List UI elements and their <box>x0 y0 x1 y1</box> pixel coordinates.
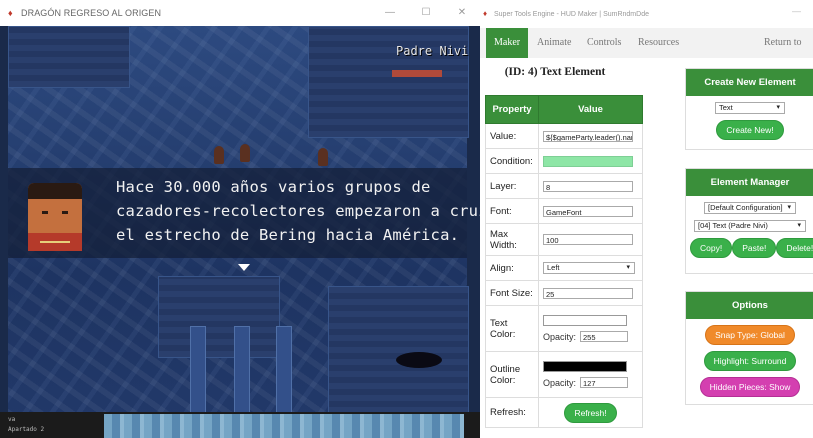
floor-hole <box>396 352 442 368</box>
font-size-label: Font Size: <box>485 280 539 306</box>
align-label: Align: <box>485 255 539 281</box>
chevron-down-icon: ▾ <box>626 264 630 271</box>
delete-button[interactable]: Delete! <box>776 238 813 258</box>
outline-opacity-label: Opacity: <box>543 377 577 388</box>
text-color-label: Text Color: <box>485 305 539 352</box>
paste-button[interactable]: Paste! <box>732 238 777 258</box>
value-input[interactable]: ${$gameParty.leader().nam <box>543 130 633 142</box>
outline-color-label: Outline Color: <box>485 351 539 398</box>
text-color-swatch[interactable] <box>543 315 627 326</box>
message-line-1: Hace 30.000 años varios grupos de <box>116 178 431 196</box>
strip-text-1: va <box>8 416 16 423</box>
element-manager-panel: Element Manager [Default Configuration] ▾… <box>685 168 813 274</box>
layer-label: Layer: <box>485 173 539 199</box>
tab-resources[interactable]: Resources <box>638 28 679 58</box>
text-opacity-label: Opacity: <box>543 331 577 342</box>
refresh-button[interactable]: Refresh! <box>564 402 617 423</box>
create-new-button[interactable]: Create New! <box>716 120 784 140</box>
hidden-pieces-button[interactable]: Hidden Pieces: Show <box>699 377 801 397</box>
max-width-label: Max Width: <box>485 223 539 256</box>
game-window-title: DRAGÓN REGRESO AL ORIGEN <box>21 8 162 18</box>
manager-panel-title: Element Manager <box>686 169 813 196</box>
element-select[interactable]: [04] Text (Padre Nivi) ▾ <box>694 220 806 232</box>
condition-input[interactable] <box>543 155 633 167</box>
property-table: Property Value Value: ${$gameParty.leade… <box>485 95 643 428</box>
condition-label: Condition: <box>485 148 539 174</box>
font-input[interactable]: GameFont <box>543 205 633 217</box>
value-label: Value: <box>485 123 539 149</box>
npc-sprite <box>214 146 224 164</box>
layer-input[interactable]: 8 <box>543 180 633 192</box>
value-header: Value <box>538 95 643 124</box>
return-link[interactable]: Return to Ma <box>764 28 813 78</box>
speaker-name-bar <box>392 70 442 77</box>
strip-text-2: Apartado 2 <box>8 426 45 433</box>
options-panel-title: Options <box>686 292 813 319</box>
element-type-select[interactable]: Text ▾ <box>715 102 785 114</box>
refresh-label: Refresh: <box>485 397 539 428</box>
npc-sprite <box>318 148 328 166</box>
game-app-icon: ♦ <box>8 7 13 18</box>
font-size-input[interactable]: 25 <box>543 287 633 299</box>
create-element-panel: Create New Element Text ▾ Create New! <box>685 68 813 150</box>
copy-button[interactable]: Copy! <box>690 238 733 258</box>
snap-type-button[interactable]: Snap Type: Global <box>705 325 795 345</box>
text-opacity-input[interactable]: 255 <box>580 331 629 342</box>
tab-animate[interactable]: Animate <box>537 28 571 58</box>
create-panel-title: Create New Element <box>686 69 813 96</box>
align-select[interactable]: Left ▾ <box>543 262 635 274</box>
continue-arrow-icon <box>238 264 250 271</box>
font-label: Font: <box>485 198 539 224</box>
chevron-down-icon: ▾ <box>787 204 791 211</box>
hud-titlebar: ♦ Super Tools Engine - HUD Maker | SumRn… <box>480 0 813 28</box>
options-panel: Options Snap Type: Global Highlight: Sur… <box>685 291 813 405</box>
message-line-2: cazadores-recolectores empezaron a cruza… <box>116 202 480 220</box>
hud-window-title: Super Tools Engine - HUD Maker | SumRndm… <box>494 10 649 18</box>
chevron-down-icon: ▾ <box>797 222 801 229</box>
property-header: Property <box>485 95 539 124</box>
minimize-button[interactable]: — <box>372 0 408 26</box>
configuration-select[interactable]: [Default Configuration] ▾ <box>704 202 796 214</box>
game-titlebar: ♦ DRAGÓN REGRESO AL ORIGEN — ☐ ✕ <box>0 0 480 26</box>
highlight-button[interactable]: Highlight: Surround <box>703 351 797 371</box>
tab-controls[interactable]: Controls <box>587 28 621 58</box>
hud-minimize-button[interactable]: — <box>792 6 801 16</box>
speaker-portrait <box>28 183 82 251</box>
speaker-name-label: Padre Nivi <box>396 44 469 58</box>
chevron-down-icon: ▾ <box>776 104 780 111</box>
element-title: (ID: 4) Text Element <box>504 66 606 78</box>
outline-opacity-input[interactable]: 127 <box>580 377 629 388</box>
hud-app-icon: ♦ <box>483 9 488 18</box>
max-width-input[interactable]: 100 <box>543 234 633 245</box>
message-line-3: el estrecho de Bering hacia América. <box>116 226 460 244</box>
tileset-strip <box>104 414 464 438</box>
npc-sprite <box>240 144 250 162</box>
maximize-button[interactable]: ☐ <box>408 0 444 26</box>
outline-color-swatch[interactable] <box>543 361 627 372</box>
hud-maker-window: ♦ Super Tools Engine - HUD Maker | SumRn… <box>480 0 813 438</box>
close-button[interactable]: ✕ <box>444 0 480 26</box>
editor-strip: va Apartado 2 <box>0 412 480 438</box>
top-nav: Maker Animate Controls Resources Return … <box>480 28 813 78</box>
game-window: ♦ DRAGÓN REGRESO AL ORIGEN — ☐ ✕ Padre N… <box>0 0 480 438</box>
tab-maker[interactable]: Maker <box>486 28 529 58</box>
